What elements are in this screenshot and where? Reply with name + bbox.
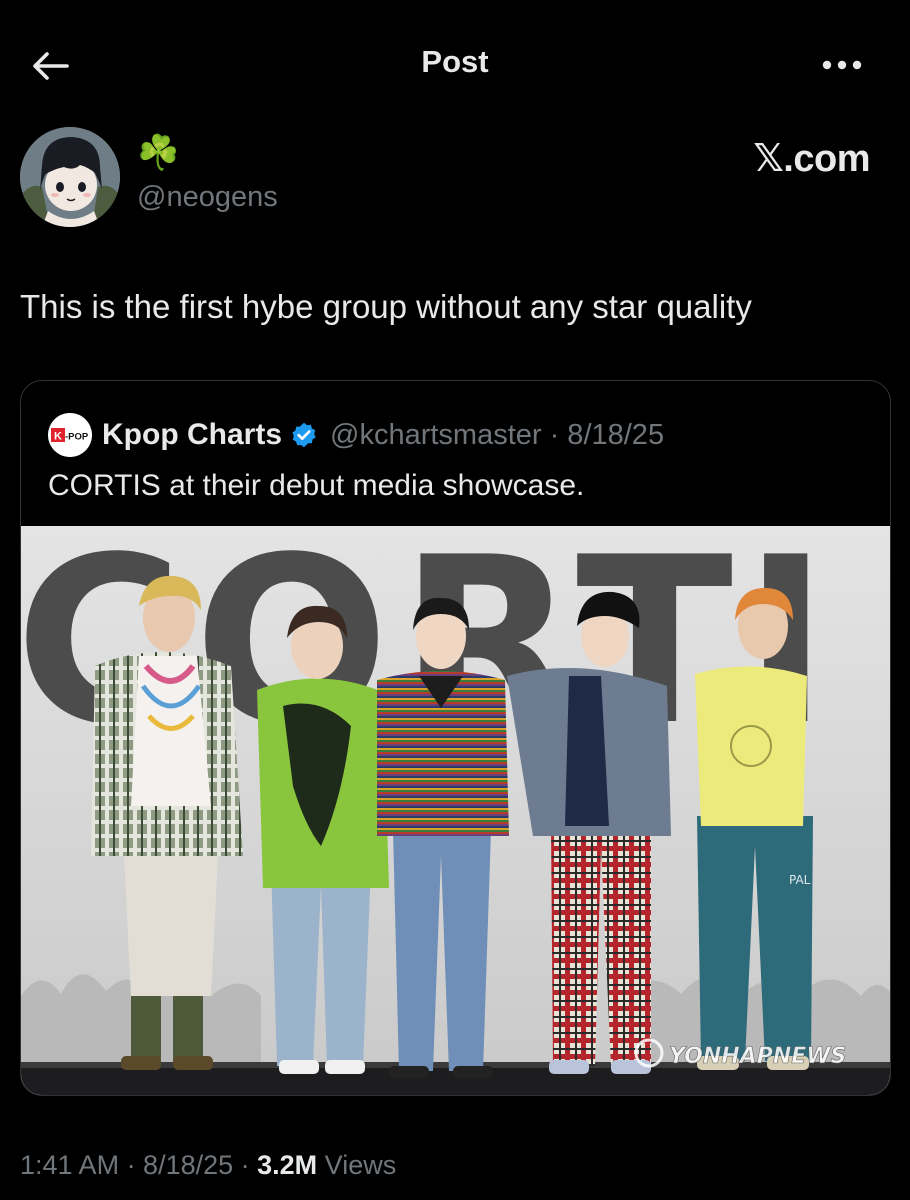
quoted-author-name[interactable]: Kpop Charts [102,418,282,452]
top-bar: Post [0,0,910,130]
quoted-post-card[interactable]: K -POP Kpop Charts @kchartsmaster · 8/18… [20,380,891,1096]
post-meta: 1:41 AM · 8/18/25 · 3.2M Views [20,1150,396,1181]
jeans-tag: PAL [789,873,811,887]
quoted-post-photo[interactable]: CORTI [21,526,890,1095]
page-title: Post [421,44,489,79]
photo-watermark: YONHAPNEWS [669,1044,846,1069]
author-display-name[interactable]: ☘️ [137,133,179,173]
more-options-button[interactable] [818,50,866,80]
ellipsis-icon [822,60,862,70]
views-label: Views [317,1150,397,1180]
svg-text:-POP: -POP [65,432,89,443]
avatar-illustration [20,127,120,227]
post-text: This is the first hybe group without any… [20,288,752,325]
author-handle[interactable]: @neogens [137,181,278,214]
quoted-post-text: CORTIS at their debut media showcase. [48,469,585,502]
author-avatar[interactable] [20,127,120,227]
verified-badge-icon [290,421,318,449]
views-count: 3.2M [257,1150,318,1180]
kpop-logo: K -POP [48,413,92,457]
post-timestamp[interactable]: 1:41 AM · 8/18/25 · [20,1150,257,1180]
source-label: 𝕏.com [753,138,870,180]
quoted-post-header: K -POP Kpop Charts @kchartsmaster · 8/18… [48,413,664,457]
quoted-author-handle-date[interactable]: @kchartsmaster · 8/18/25 [330,419,664,452]
quoted-author-avatar[interactable]: K -POP [48,413,92,457]
svg-text:K: K [54,431,62,443]
